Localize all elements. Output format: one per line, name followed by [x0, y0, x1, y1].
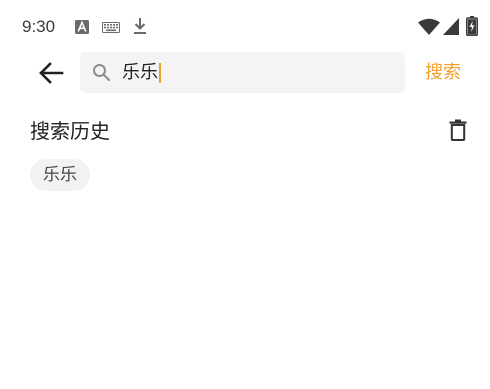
battery-charging-icon [466, 16, 478, 36]
back-button[interactable] [34, 56, 68, 90]
trash-icon [449, 119, 467, 141]
text-caret [159, 63, 161, 83]
search-history-title: 搜索历史 [30, 119, 110, 143]
keyboard-icon [102, 22, 120, 33]
history-chip[interactable]: 乐乐 [30, 159, 90, 191]
arrow-left-icon [39, 62, 64, 84]
download-icon [134, 18, 146, 34]
status-bar: 9:30 [0, 0, 490, 52]
search-button[interactable]: 搜索 [425, 61, 461, 85]
search-input[interactable]: 乐乐 [80, 52, 405, 93]
status-time: 9:30 [22, 17, 56, 36]
a-notification-icon [75, 20, 89, 34]
signal-icon [443, 18, 459, 35]
search-icon [93, 64, 111, 82]
wifi-icon [418, 18, 440, 35]
search-query-text[interactable]: 乐乐 [122, 61, 158, 85]
search-screen: 9:30 乐乐 搜索 搜索历史 乐乐 [0, 0, 490, 389]
clear-history-button[interactable] [446, 118, 470, 142]
